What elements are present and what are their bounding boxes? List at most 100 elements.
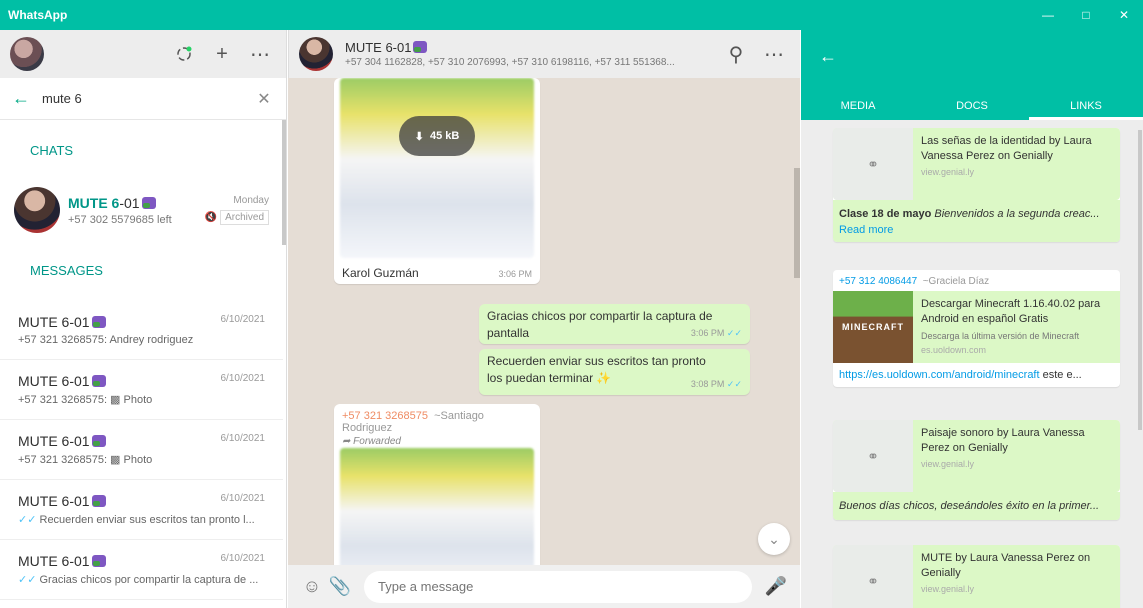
chat-header[interactable]: MUTE 6-01 +57 304 1162828, +57 310 20769…	[288, 30, 800, 78]
message-chat-name: MUTE 6-01	[18, 373, 106, 389]
minecraft-thumbnail: MINECRAFT	[833, 291, 913, 363]
search-input[interactable]	[42, 91, 254, 106]
link-site: view.genial.ly	[921, 584, 975, 594]
read-more-link[interactable]: Read more	[833, 224, 1120, 242]
link-site: view.genial.ly	[921, 167, 975, 177]
message-text: Gracias chicos por compartir la captura …	[487, 309, 713, 340]
link-icon: ⚭	[833, 545, 913, 608]
message-date: 6/10/2021	[220, 433, 266, 444]
forwarded-image-message[interactable]: +57 321 3268575 ~Santiago Rodriguez ➦ Fo…	[334, 404, 540, 565]
message-preview: ✓✓ Recuerden enviar sus escritos tan pro…	[18, 514, 255, 526]
link-preview[interactable]: MINECRAFT Descargar Minecraft 1.16.40.02…	[833, 291, 1120, 363]
profile-avatar[interactable]	[10, 37, 44, 71]
tab-links[interactable]: LINKS	[1029, 92, 1143, 120]
forward-arrow-icon: ➦	[342, 436, 351, 447]
message-date: 6/10/2021	[220, 373, 266, 384]
link-description: Descarga la última versión de Minecraft	[921, 331, 1080, 341]
mask-emoji-icon	[91, 435, 106, 447]
message-result[interactable]: MUTE 6-01 6/10/2021 ✓✓ Gracias chicos por…	[0, 540, 283, 600]
mask-emoji-icon	[91, 315, 106, 328]
sparkles-emoji-icon: ✨	[596, 371, 612, 385]
chat-avatar[interactable]	[299, 37, 333, 71]
link-card[interactable]: ⚭ Las señas de la identidad by Laura Van…	[833, 128, 1120, 242]
message-result[interactable]: MUTE 6-01 6/10/2021 +57 321 3268575: ▩ Ph…	[0, 420, 283, 480]
message-result[interactable]: MUTE 6-01 6/10/2021 +57 321 3268575: ▩ Ph…	[0, 360, 283, 420]
chat-result[interactable]: MUTE 6-01 +57 302 5579685 left Monday 🔇 …	[0, 180, 283, 240]
link-title: MUTE by Laura Vanessa Perez on Genially	[921, 552, 1091, 579]
read-ticks-icon: ✓✓	[18, 514, 37, 526]
chat-menu-icon[interactable]: ⋯	[758, 38, 790, 70]
link-card[interactable]: +57 312 4086447 ~Graciela Díaz MINECRAFT…	[833, 270, 1120, 387]
mask-emoji-icon	[91, 375, 106, 387]
read-ticks-icon: ✓✓	[18, 574, 37, 586]
back-arrow-icon[interactable]: ←	[819, 46, 837, 67]
outgoing-message[interactable]: Gracias chicos por compartir la captura …	[479, 304, 750, 344]
tab-media[interactable]: MEDIA	[801, 92, 915, 120]
composer-bar: ☺ 📎 🎤	[288, 565, 800, 608]
window-title: WhatsApp	[8, 8, 68, 22]
blurred-image	[340, 78, 534, 258]
links-list: ⚭ Las señas de la identidad by Laura Van…	[801, 120, 1143, 608]
mask-emoji-icon	[141, 196, 156, 209]
back-arrow-icon[interactable]: ←	[12, 88, 42, 109]
forwarded-label: ➦ Forwarded	[342, 436, 401, 447]
message-chat-name: MUTE 6-01	[18, 433, 106, 449]
message-preview: +57 321 3268575: Andrey rodriguez	[18, 333, 194, 346]
outgoing-message[interactable]: Recuerden enviar sus escritos tan pronto…	[479, 349, 750, 395]
status-icon[interactable]	[168, 38, 200, 70]
image-message[interactable]: ⬇ 45 kB Karol Guzmán 3:06 PM	[334, 78, 540, 284]
message-date: 6/10/2021	[220, 493, 266, 504]
mask-emoji-icon	[91, 555, 106, 567]
mask-emoji-icon	[413, 41, 428, 53]
left-panel: + ⋯ ← ✕ CHATS MUTE 6-01 +57 302 5579685 …	[0, 30, 287, 608]
message-time: 3:08 PM ✓✓	[690, 379, 742, 389]
links-scrollbar[interactable]	[1138, 130, 1142, 430]
chat-scrollbar[interactable]	[794, 168, 800, 278]
chat-participants: +57 304 1162828, +57 310 2076993, +57 31…	[345, 57, 675, 68]
chats-section-label: CHATS	[30, 142, 74, 158]
link-preview[interactable]: ⚭ Paisaje sonoro by Laura Vanessa Perez …	[833, 420, 1120, 492]
more-options-icon[interactable]: ⋯	[244, 38, 276, 70]
search-bar: ← ✕	[0, 78, 286, 120]
link-site: es.uoldown.com	[921, 345, 987, 355]
link-title: Descargar Minecraft 1.16.40.02 para Andr…	[921, 298, 1101, 325]
search-icon[interactable]: ⚲	[720, 38, 752, 70]
image-caption: Karol Guzmán	[342, 266, 419, 280]
message-preview: +57 321 3268575: ▩ Photo	[18, 394, 153, 406]
sender-label: +57 321 3268575 ~Santiago Rodriguez	[342, 410, 484, 434]
chat-time: Monday	[233, 195, 269, 206]
archived-badge: Archived	[220, 210, 269, 225]
message-time: 3:06 PM	[498, 269, 532, 279]
media-tabs: MEDIA DOCS LINKS	[801, 92, 1143, 120]
messages-section-label: MESSAGES	[30, 262, 103, 278]
close-window-button[interactable]: ✕	[1105, 0, 1143, 30]
link-card[interactable]: ⚭ MUTE by Laura Vanessa Perez on Geniall…	[833, 545, 1120, 608]
download-button[interactable]: ⬇ 45 kB	[399, 116, 475, 156]
left-header: + ⋯	[0, 30, 286, 78]
link-url[interactable]: https://es.uoldown.com/android/minecraft…	[833, 363, 1120, 387]
chat-name: MUTE 6-01	[68, 195, 205, 211]
message-result[interactable]: MUTE 6-01 6/10/2021 ✓✓ Recuerden enviar s…	[0, 480, 283, 540]
scroll-down-button[interactable]: ⌄	[758, 523, 790, 555]
attach-icon[interactable]: 📎	[326, 573, 354, 601]
tab-docs[interactable]: DOCS	[915, 92, 1029, 120]
message-chat-name: MUTE 6-01	[18, 553, 106, 569]
message-input[interactable]	[364, 570, 752, 603]
message-result[interactable]: MUTE 6-01 6/10/2021 +57 321 3268575: Andr…	[0, 300, 283, 360]
link-icon: ⚭	[833, 128, 913, 200]
maximize-button[interactable]: □	[1067, 0, 1105, 30]
search-results: CHATS MUTE 6-01 +57 302 5579685 left Mon…	[0, 120, 283, 608]
minimize-button[interactable]: —	[1029, 0, 1067, 30]
link-preview[interactable]: ⚭ MUTE by Laura Vanessa Perez on Geniall…	[833, 545, 1120, 608]
clear-search-icon[interactable]: ✕	[254, 89, 274, 109]
muted-icon: 🔇	[204, 212, 218, 223]
message-preview: +57 321 3268575: ▩ Photo	[18, 454, 153, 466]
emoji-icon[interactable]: ☺	[298, 573, 326, 601]
chat-panel: MUTE 6-01 +57 304 1162828, +57 310 20769…	[288, 30, 800, 608]
new-chat-icon[interactable]: +	[206, 38, 238, 70]
link-preview[interactable]: ⚭ Las señas de la identidad by Laura Van…	[833, 128, 1120, 200]
link-card[interactable]: ⚭ Paisaje sonoro by Laura Vanessa Perez …	[833, 420, 1120, 520]
message-text: Recuerden enviar sus escritos tan pronto…	[487, 354, 706, 385]
microphone-icon[interactable]: 🎤	[762, 573, 790, 601]
left-scrollbar[interactable]	[282, 120, 286, 245]
